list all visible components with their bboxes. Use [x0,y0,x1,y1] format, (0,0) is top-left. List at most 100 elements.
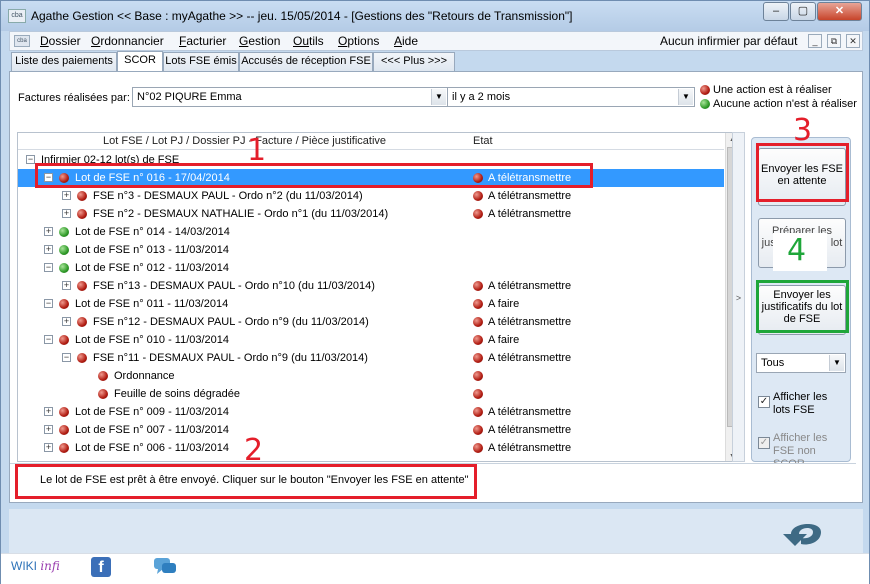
maximize-button[interactable]: ▢ [790,2,816,21]
highlight-box-status [15,464,477,499]
tree-row[interactable]: − FSE n°11 - DESMAUX PAUL - Ordo n°9 (du … [18,349,724,367]
tree-row[interactable]: − Lot de FSE n° 010 - 11/03/2014 A faire [18,331,724,349]
tree-row-label: FSE n°11 - DESMAUX PAUL - Ordo n°9 (du 1… [93,352,368,364]
collapse-icon[interactable]: − [26,155,35,164]
tree-row[interactable]: + Lot de FSE n° 007 - 11/03/2014 A télétra… [18,421,724,439]
tab-accuses-reception[interactable]: Accusés de réception FSE [239,52,373,71]
etat-label: A télétransmettre [488,424,572,436]
tree-row[interactable]: − Lot de FSE n° 012 - 11/03/2014 [18,259,724,277]
red-status-icon [59,299,69,309]
footer-bar: WIKI infi f [1,553,869,584]
tree-row-label: Lot de FSE n° 010 - 11/03/2014 [75,334,230,346]
tab-liste-paiements[interactable]: Liste des paiements [11,52,117,71]
menu-gestion[interactable]: Gestion [239,34,280,48]
filter-select[interactable]: Tous ▼ [756,353,846,373]
menu-dossier[interactable]: Dossier [40,34,81,48]
expand-icon[interactable]: + [46,461,51,462]
tree-row[interactable]: + FSE n°2 - DESMAUX NATHALIE - Ordo n°1 (… [18,205,724,223]
mdi-minimize-button[interactable]: _ [808,34,822,48]
menu-ordonnancier[interactable]: Ordonnancier [91,34,164,48]
panel-splitter[interactable]: > [732,132,745,462]
mdi-restore-button[interactable]: ⧉ [827,34,841,48]
tree-row[interactable]: + FSE n°13 - DESMAUX PAUL - Ordo n°10 (du… [18,277,724,295]
tab-scor[interactable]: SCOR [117,51,163,72]
factures-label: Factures réalisées par: [18,92,130,104]
red-status-icon [473,191,483,202]
collapse-icon[interactable]: − [44,263,53,272]
expand-icon[interactable]: + [44,425,53,434]
menu-aide[interactable]: Aide [394,34,418,48]
minimize-button[interactable]: ‒ [763,2,789,21]
tree-row[interactable]: + Lot de FSE n° 009 - 11/03/2014 A télétra… [18,403,724,421]
chat-bubble-icon[interactable] [153,556,177,578]
expand-icon[interactable]: + [44,407,53,416]
facebook-icon[interactable]: f [91,557,111,577]
etat-label: A télétransmettre [488,316,572,328]
tree-row-label: Lot de FSE n° 004 - 11/03/2014 [75,457,229,461]
etat-cell: A télétransmettre [473,439,571,457]
collapse-icon[interactable]: − [44,335,53,344]
collapse-icon[interactable]: − [62,353,71,362]
close-button[interactable]: ✕ [817,2,862,21]
tree-row[interactable]: Feuille de soins dégradée [18,385,724,403]
etat-cell [473,367,488,385]
annotation-2: 2 [244,433,264,468]
expand-icon[interactable]: + [62,281,71,290]
praticien-select[interactable]: N°02 PIQURE Emma ▼ [132,87,448,107]
tree-row[interactable]: − Lot de FSE n° 011 - 11/03/2014 A faire [18,295,724,313]
column-header-lot: Lot FSE / Lot PJ / Dossier PJ - Facture … [103,135,387,147]
expand-icon[interactable]: + [44,245,53,254]
collapse-icon[interactable]: − [44,299,53,308]
tree-row-label: Lot de FSE n° 011 - 11/03/2014 [75,298,229,310]
tab-plus[interactable]: <<< Plus >>> [373,52,455,71]
mdi-close-button[interactable]: ✕ [846,34,860,48]
tree-row-label: FSE n°3 - DESMAUX PAUL - Ordo n°2 (du 11… [93,190,363,202]
tree-row-label: Lot de FSE n° 009 - 11/03/2014 [75,406,230,418]
period-select[interactable]: il y a 2 mois ▼ [447,87,695,107]
annotation-1: 1 [247,133,267,168]
etat-cell: A télétransmettre [473,421,571,439]
etat-cell: A télétransmettre [473,349,571,367]
red-status-icon [473,299,483,310]
show-lots-checkbox[interactable]: ✓ [758,396,770,408]
back-arrow-icon[interactable] [779,514,833,552]
etat-label: A faire [488,298,520,310]
menu-options[interactable]: Options [338,34,379,48]
expand-icon[interactable]: + [44,443,53,452]
red-status-icon [77,191,87,201]
menu-outils[interactable]: Outils [293,34,324,48]
tree-row[interactable]: + Lot de FSE n° 014 - 14/03/2014 [18,223,724,241]
app-logo-icon: cba [8,9,26,23]
tree-row[interactable]: + FSE n°12 - DESMAUX PAUL - Ordo n°9 (du … [18,313,724,331]
tree-row[interactable]: Ordonnance [18,367,724,385]
expand-icon[interactable]: + [62,209,71,218]
tree-row[interactable]: + FSE n°3 - DESMAUX PAUL - Ordo n°2 (du 1… [18,187,724,205]
tree-row-label: FSE n°2 - DESMAUX NATHALIE - Ordo n°1 (d… [93,208,389,220]
etat-label: A télétransmettre [488,352,572,364]
expand-icon[interactable]: + [62,191,71,200]
etat-cell: A télétransmettre [473,277,571,295]
menu-bar: cba Dossier Ordonnancier Facturier Gesti… [9,31,863,51]
wiki-infi-link[interactable]: WIKI infi [11,559,60,573]
etat-label: A télétransmettre [488,406,572,418]
expand-icon[interactable]: + [44,227,53,236]
red-status-icon [77,353,87,363]
tab-lots-fse-emis[interactable]: Lots FSE émis [163,52,239,71]
etat-label: A télétransmettre [488,190,572,202]
tree-row[interactable]: + Lot de FSE n° 004 - 11/03/2014 A télétra… [18,457,724,462]
show-non-scor-checkbox[interactable]: ✓ [758,437,770,449]
scor-panel: Factures réalisées par: N°02 PIQURE Emma… [9,71,863,503]
red-status-icon [98,389,108,399]
default-nurse-label: Aucun infirmier par défaut [660,34,798,48]
red-status-icon [473,335,483,346]
show-lots-label: Afficher les lots FSE [773,391,828,416]
tree-row[interactable]: + Lot de FSE n° 013 - 11/03/2014 [18,241,724,259]
chevron-down-icon: ▼ [431,89,446,105]
grid-header: Lot FSE / Lot PJ / Dossier PJ - Facture … [18,133,724,150]
tree-row[interactable]: + Lot de FSE n° 006 - 11/03/2014 A télétra… [18,439,724,457]
red-status-icon [77,281,87,291]
expand-icon[interactable]: + [62,317,71,326]
etat-label: A télétransmettre [488,280,572,292]
red-status-icon [473,353,483,364]
menu-facturier[interactable]: Facturier [179,34,226,48]
